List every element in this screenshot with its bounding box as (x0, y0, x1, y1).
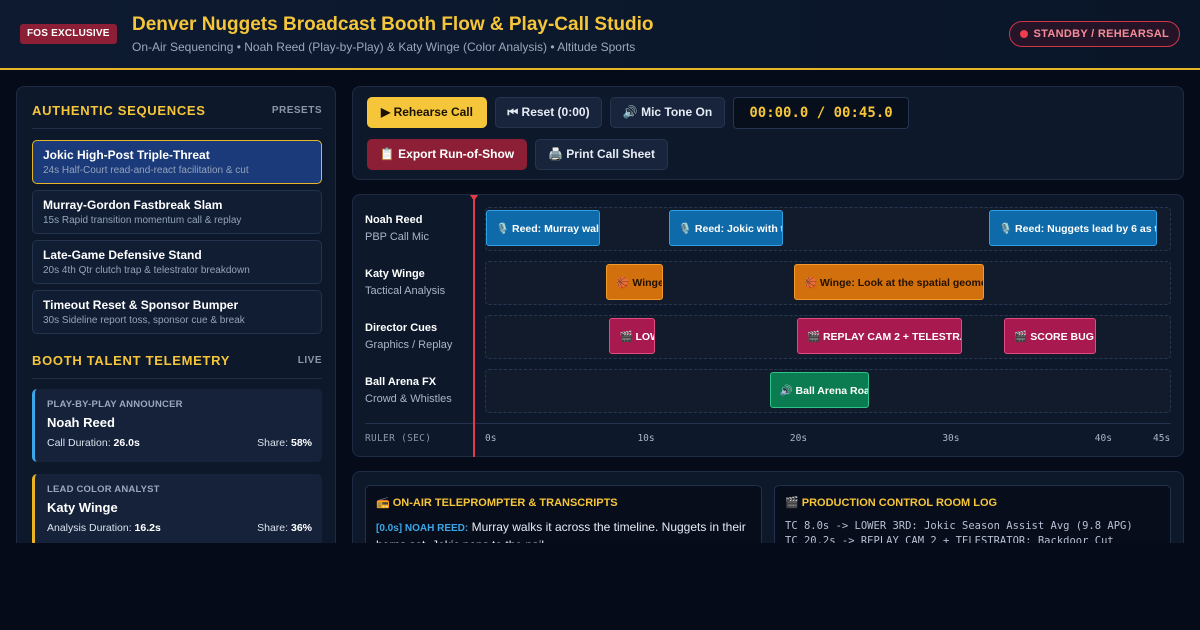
status-dot-icon (1019, 30, 1028, 38)
sequence-name: Jokic High-Post Triple-Threat (43, 148, 210, 162)
track-name: Noah Reed (365, 214, 423, 226)
track-sub: Tactical Analysis (365, 285, 446, 297)
presets-tag: PRESETS (271, 105, 322, 116)
sequences-header: AUTHENTIC SEQUENCES PRESETS (32, 103, 322, 129)
transport-controls: ▶ Rehearse Call ⏮ Reset (0:00) 🔊 Mic Ton… (352, 86, 1184, 180)
track-lane[interactable]: 🔊 Ball Arena Roar (485, 369, 1171, 413)
rehearse-call-button[interactable]: ▶ Rehearse Call (367, 97, 487, 128)
log-title: 🎬 PRODUCTION CONTROL ROOM LOG (785, 497, 998, 509)
timecode-display: 00:00.0 / 00:45.0 (733, 97, 909, 129)
log-line: TC 8.0s -> LOWER 3RD: Jokic Season Assis… (785, 520, 1133, 532)
share-label: Share: (257, 437, 289, 449)
mic-tone-button[interactable]: 🔊 Mic Tone On (610, 97, 725, 128)
sequence-item-murray-gordon[interactable]: Murray-Gordon Fastbreak Slam 15s Rapid t… (32, 190, 322, 234)
sequences-title: AUTHENTIC SEQUENCES (32, 103, 206, 118)
control-room-log-panel: 🎬 PRODUCTION CONTROL ROOM LOG TC 8.0s ->… (774, 485, 1171, 543)
bottom-panels: 📻 ON-AIR TELEPROMPTER & TRANSCRIPTS [0.0… (352, 471, 1184, 543)
reset-button[interactable]: ⏮ Reset (0:00) (495, 97, 602, 128)
timeline-clip[interactable]: 🎬 LOWER 3RD (609, 318, 656, 354)
sequence-item-jokic[interactable]: Jokic High-Post Triple-Threat 24s Half-C… (32, 140, 322, 184)
share-value: 36% (290, 522, 312, 534)
sequence-desc: 15s Rapid transition momentum call & rep… (43, 215, 242, 226)
timeline-panel: Noah Reed PBP Call Mic Katy Winge Tactic… (352, 194, 1184, 457)
sequence-name: Timeout Reset & Sponsor Bumper (43, 298, 239, 312)
track-sub: PBP Call Mic (365, 231, 429, 243)
track-label-arena-fx: Ball Arena FX Crowd & Whistles (365, 376, 475, 405)
timeline-clip[interactable]: 🎙️ Reed: Nuggets lead by 6 as the shot c… (989, 210, 1157, 246)
track-name: Katy Winge (365, 268, 425, 280)
exclusive-badge: FOS EXCLUSIVE (20, 24, 117, 44)
ruler-label: RULER (SEC) (365, 433, 432, 444)
share-value: 58% (290, 437, 312, 449)
telemetry-title: BOOTH TALENT TELEMETRY (32, 353, 231, 368)
timeline-clip[interactable]: 🎙️ Reed: Murray walks it across the time… (486, 210, 601, 246)
timeline-clip[interactable]: 🎬 REPLAY CAM 2 + TELESTRATOR (796, 318, 962, 354)
talent-role: PLAY-BY-PLAY ANNOUNCER (47, 399, 183, 410)
status-badge[interactable]: STANDBY / REHEARSAL (1008, 21, 1180, 47)
page-subtitle: On-Air Sequencing • Noah Reed (Play-by-P… (132, 40, 636, 54)
ruler-tick: 45s (1153, 433, 1171, 444)
track-label-reed: Noah Reed PBP Call Mic (365, 214, 475, 243)
page-bottom-area (0, 543, 1200, 630)
status-label: STANDBY / REHEARSAL (1033, 28, 1169, 40)
talent-stats: Analysis Duration: 16.2s Share: 36% (47, 522, 312, 536)
talent-card-reed: PLAY-BY-PLAY ANNOUNCER Noah Reed Call Du… (32, 389, 322, 462)
talent-name: Noah Reed (47, 415, 115, 430)
track-lane[interactable]: 🏀 Winge: That high-post touch 🏀 Winge: Lo… (485, 261, 1171, 305)
sequence-item-timeout-reset[interactable]: Timeout Reset & Sponsor Bumper 30s Sidel… (32, 290, 322, 334)
talent-card-winge: LEAD COLOR ANALYST Katy Winge Analysis D… (32, 474, 322, 547)
telemetry-header: BOOTH TALENT TELEMETRY LIVE (32, 353, 322, 379)
track-name: Ball Arena FX (365, 376, 437, 388)
sequence-desc: 24s Half-Court read-and-react facilitati… (43, 165, 249, 176)
track-lane[interactable]: 🎬 LOWER 3RD 🎬 REPLAY CAM 2 + TELESTRATOR 🎬… (485, 315, 1171, 359)
page-title: Denver Nuggets Broadcast Booth Flow & Pl… (132, 14, 654, 35)
ruler-tick: 0s (485, 433, 497, 444)
share-label: Share: (257, 522, 289, 534)
transcript-stamp: [0.0s] NOAH REED: (376, 523, 469, 534)
track-label-winge: Katy Winge Tactical Analysis (365, 268, 475, 297)
log-line: TC 20.2s -> REPLAY CAM 2 + TELESTRATOR: … (785, 535, 1114, 543)
stat-value: 16.2s (134, 522, 161, 534)
ruler-tick: 10s (637, 433, 655, 444)
ruler-tick: 40s (1094, 433, 1112, 444)
teleprompter-title: 📻 ON-AIR TELEPROMPTER & TRANSCRIPTS (376, 497, 618, 509)
playhead[interactable] (473, 195, 475, 457)
track-sub: Graphics / Replay (365, 339, 453, 351)
timeline-clip[interactable]: 🎙️ Reed: Jokic with the touch pass (668, 210, 784, 246)
print-call-sheet-button[interactable]: 🖨️ Print Call Sheet (535, 139, 668, 170)
track-lane[interactable]: 🎙️ Reed: Murray walks it across the time… (485, 207, 1171, 251)
sequence-item-defensive-stand[interactable]: Late-Game Defensive Stand 20s 4th Qtr cl… (32, 240, 322, 284)
ruler-divider (365, 423, 1171, 424)
playhead-handle-icon[interactable] (470, 195, 478, 201)
timeline-clip[interactable]: 🏀 Winge: Look at the spatial geometry (793, 264, 985, 300)
ruler-tick: 30s (942, 433, 960, 444)
stat-value: 26.0s (113, 437, 140, 449)
track-sub: Crowd & Whistles (365, 393, 452, 405)
left-panel: AUTHENTIC SEQUENCES PRESETS Jokic High-P… (16, 86, 336, 556)
timeline-clip[interactable]: 🏀 Winge: That high-post touch (606, 264, 663, 300)
sequence-desc: 20s 4th Qtr clutch trap & telestrator br… (43, 265, 250, 276)
export-run-of-show-button[interactable]: 📋 Export Run-of-Show (367, 139, 527, 170)
track-name: Director Cues (365, 322, 438, 334)
talent-role: LEAD COLOR ANALYST (47, 484, 160, 495)
sequence-name: Late-Game Defensive Stand (43, 248, 202, 262)
teleprompter-text: [0.0s] NOAH REED: Murray walks it across… (376, 519, 751, 543)
ruler-tick: 20s (789, 433, 808, 444)
live-tag: LIVE (297, 355, 322, 366)
track-label-director: Director Cues Graphics / Replay (365, 322, 475, 351)
stat-label: Call Duration: (47, 437, 111, 449)
header-bar: FOS EXCLUSIVE Denver Nuggets Broadcast B… (0, 0, 1200, 70)
talent-name: Katy Winge (47, 500, 118, 515)
talent-stats: Call Duration: 26.0s Share: 58% (47, 437, 312, 451)
sequence-name: Murray-Gordon Fastbreak Slam (43, 198, 223, 212)
teleprompter-panel: 📻 ON-AIR TELEPROMPTER & TRANSCRIPTS [0.0… (365, 485, 762, 543)
timeline-clip[interactable]: 🔊 Ball Arena Roar (769, 372, 869, 408)
timeline-clip[interactable]: 🎬 SCORE BUG (1004, 318, 1096, 354)
stat-label: Analysis Duration: (47, 522, 132, 534)
sequence-desc: 30s Sideline report toss, sponsor cue & … (43, 315, 245, 326)
